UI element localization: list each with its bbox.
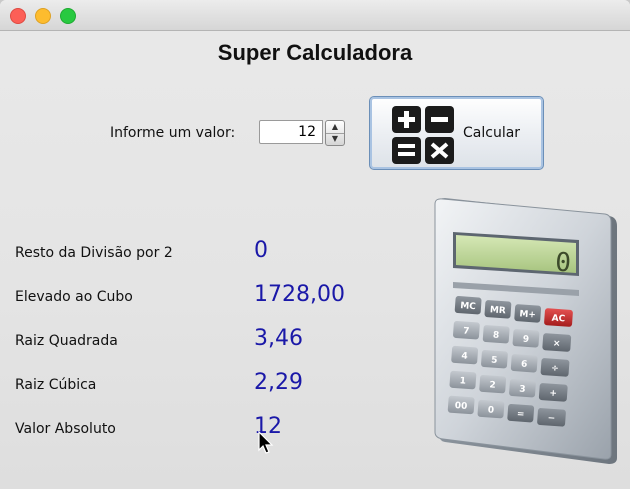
calculate-button-label: Calcular	[463, 125, 521, 141]
calculate-button[interactable]: Calcular	[369, 96, 544, 170]
square-root-label: Raiz Quadrada	[15, 333, 118, 349]
svg-text:÷: ÷	[551, 364, 559, 375]
svg-text:1: 1	[459, 376, 466, 386]
title-bar	[0, 0, 630, 31]
spinner-buttons[interactable]: ▲ ▼	[325, 120, 345, 146]
close-window-button[interactable]	[10, 8, 26, 24]
remainder-value: 0	[254, 238, 268, 263]
value-spinner[interactable]: ▲ ▼	[259, 120, 347, 146]
cube-root-label: Raiz Cúbica	[15, 377, 97, 393]
cube-value: 1728,00	[254, 282, 345, 307]
value-input-label: Informe um valor:	[110, 125, 236, 141]
remainder-label: Resto da Divisão por 2	[15, 245, 173, 261]
svg-text:MR: MR	[490, 305, 507, 316]
app-title: Super Calculadora	[217, 40, 413, 65]
minimize-window-button[interactable]	[35, 8, 51, 24]
svg-text:MC: MC	[460, 301, 477, 312]
svg-text:6: 6	[521, 360, 528, 370]
svg-text:5: 5	[491, 355, 498, 365]
svg-text:0: 0	[487, 405, 494, 415]
calculator-illustration: 0 MC MR M+ AC 7 8 9 × 4 5 6 ÷ 1 2 3 + 00	[434, 198, 617, 464]
svg-text:2: 2	[489, 380, 496, 390]
cube-root-value: 2,29	[254, 370, 303, 395]
svg-text:×: ×	[553, 339, 561, 350]
svg-text:+: +	[549, 389, 557, 400]
math-operations-icon	[392, 106, 454, 164]
svg-text:8: 8	[493, 331, 500, 341]
svg-text:9: 9	[522, 335, 529, 345]
svg-text:00: 00	[454, 401, 467, 412]
value-input[interactable]	[259, 120, 323, 144]
square-root-value: 3,46	[254, 326, 303, 351]
maximize-window-button[interactable]	[60, 8, 76, 24]
svg-text:AC: AC	[551, 314, 566, 325]
app-window: Super Calculadora Informe um valor: ▲ ▼ …	[0, 0, 630, 489]
svg-text:M+: M+	[519, 309, 536, 320]
calculator-display: 0	[555, 248, 572, 279]
cube-label: Elevado ao Cubo	[15, 289, 133, 305]
svg-text:−: −	[547, 414, 555, 425]
mouse-cursor-icon	[258, 431, 274, 454]
svg-text:4: 4	[461, 351, 468, 361]
svg-text:7: 7	[463, 326, 470, 336]
decrement-arrow-icon[interactable]: ▼	[326, 133, 344, 145]
svg-text:=: =	[517, 409, 525, 420]
absolute-value-label: Valor Absoluto	[15, 421, 116, 437]
svg-text:3: 3	[519, 385, 526, 395]
